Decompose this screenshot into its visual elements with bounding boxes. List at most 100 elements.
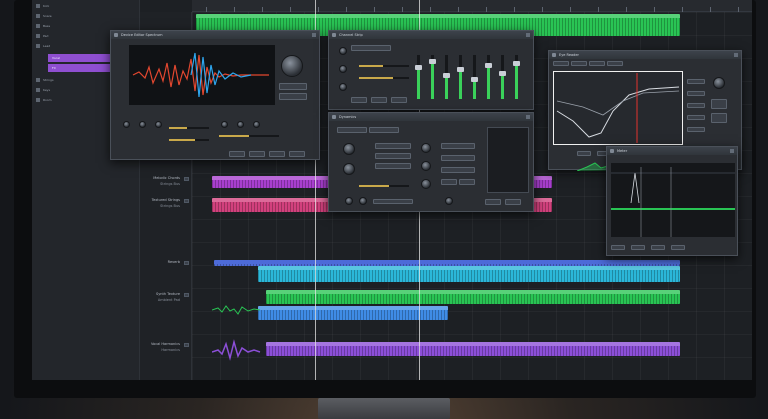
mode-button[interactable] (459, 179, 475, 185)
window-titlebar[interactable]: Meter (607, 147, 737, 155)
window-titlebar[interactable]: Device Editor Spectrum (111, 31, 319, 39)
mode-button[interactable] (441, 167, 475, 173)
param-slider[interactable] (169, 139, 209, 141)
param-slider[interactable] (169, 127, 209, 129)
gain-knob[interactable] (713, 77, 725, 89)
track-header[interactable]: Synth Texture Ambient Pad (140, 292, 192, 306)
mute-icon[interactable] (184, 199, 189, 203)
fader-cap[interactable] (513, 61, 520, 66)
footer-button[interactable] (671, 245, 685, 250)
param-knob[interactable] (237, 121, 244, 128)
param-knob[interactable] (421, 179, 431, 189)
browser-item[interactable]: Keys (36, 86, 50, 94)
tab-button[interactable] (589, 61, 605, 66)
param-slider[interactable] (359, 77, 409, 79)
channel-fader[interactable] (429, 55, 436, 99)
browser-item-selected[interactable]: FX (48, 64, 114, 72)
tab-button[interactable] (553, 61, 569, 66)
close-icon[interactable] (526, 33, 530, 37)
track-header[interactable]: Melodic Chords Strings Bus (140, 176, 192, 190)
meter-window[interactable]: Meter (606, 146, 738, 256)
footer-button[interactable] (485, 199, 501, 205)
mode-button[interactable] (441, 155, 475, 161)
param-knob[interactable] (339, 47, 347, 55)
preset-selector[interactable] (351, 45, 391, 51)
window-titlebar[interactable]: Dynamics (329, 113, 533, 121)
param-knob[interactable] (253, 121, 260, 128)
fader-cap[interactable] (457, 67, 464, 72)
footer-button[interactable] (249, 151, 265, 157)
param-knob[interactable] (421, 143, 431, 153)
fader-cap[interactable] (471, 77, 478, 82)
threshold-knob[interactable] (343, 143, 355, 155)
param-knob[interactable] (339, 65, 347, 73)
ratio-knob[interactable] (343, 163, 355, 175)
browser-item[interactable]: Snare (36, 12, 52, 20)
tab-button[interactable] (369, 127, 399, 133)
fader-cap[interactable] (485, 63, 492, 68)
band-value[interactable] (687, 127, 705, 132)
param-knob[interactable] (123, 121, 130, 128)
channel-strip-window[interactable]: Channel Strip (328, 30, 534, 110)
fader-cap[interactable] (429, 59, 436, 64)
browser-item[interactable]: Room (36, 96, 52, 104)
window-titlebar[interactable]: Channel Strip (329, 31, 533, 39)
footer-button[interactable] (371, 97, 387, 103)
browser-item-selected[interactable]: Vocal (48, 54, 114, 62)
mute-icon[interactable] (184, 261, 189, 265)
band-value[interactable] (687, 103, 705, 108)
param-knob[interactable] (421, 161, 431, 171)
param-knob[interactable] (221, 121, 228, 128)
browser-item[interactable]: Bass (36, 22, 50, 30)
param-knob[interactable] (339, 83, 347, 91)
band-selector[interactable] (711, 113, 727, 123)
close-icon[interactable] (526, 115, 530, 119)
mute-icon[interactable] (184, 177, 189, 181)
fader-cap[interactable] (443, 73, 450, 78)
spectrum-window[interactable]: Device Editor Spectrum (110, 30, 320, 160)
mute-icon[interactable] (184, 343, 189, 347)
window-titlebar[interactable]: Eye Reader (549, 51, 741, 59)
param-slider[interactable] (359, 185, 409, 187)
audio-clip[interactable] (258, 266, 680, 282)
browser-item[interactable]: Strings (36, 76, 54, 84)
mode-button[interactable] (375, 143, 411, 149)
param-knob[interactable] (445, 197, 453, 205)
footer-button[interactable] (289, 151, 305, 157)
channel-fader[interactable] (415, 55, 422, 99)
footer-button[interactable] (611, 245, 625, 250)
footer-button[interactable] (631, 245, 645, 250)
channel-fader[interactable] (499, 55, 506, 99)
param-knob[interactable] (359, 197, 367, 205)
param-slider[interactable] (359, 65, 409, 67)
footer-button[interactable] (505, 199, 521, 205)
tab-button[interactable] (607, 61, 623, 66)
mode-button[interactable] (279, 93, 307, 100)
footer-button[interactable] (229, 151, 245, 157)
tab-button[interactable] (571, 61, 587, 66)
close-icon[interactable] (730, 149, 734, 153)
footer-button[interactable] (351, 97, 367, 103)
browser-item[interactable]: Pad (36, 32, 48, 40)
param-knob[interactable] (155, 121, 162, 128)
browser-item[interactable]: Lead (36, 42, 50, 50)
close-icon[interactable] (734, 53, 738, 57)
param-knob[interactable] (139, 121, 146, 128)
track-header[interactable]: Textured Strings Strings Bus (140, 198, 192, 212)
mute-icon[interactable] (184, 293, 189, 297)
dynamics-window[interactable]: Dynamics (328, 112, 534, 212)
mode-button[interactable] (441, 179, 457, 185)
param-slider[interactable] (219, 135, 279, 137)
footer-button[interactable] (651, 245, 665, 250)
param-knob[interactable] (345, 197, 353, 205)
mode-button[interactable] (279, 83, 307, 90)
footer-button[interactable] (391, 97, 407, 103)
track-header[interactable]: Vocal Harmonics Harmonics (140, 342, 192, 356)
channel-fader[interactable] (485, 55, 492, 99)
footer-button[interactable] (269, 151, 285, 157)
close-icon[interactable] (312, 33, 316, 37)
footer-button[interactable] (577, 151, 591, 156)
gain-knob[interactable] (281, 55, 303, 77)
channel-fader[interactable] (471, 55, 478, 99)
routing-list[interactable] (487, 127, 529, 193)
